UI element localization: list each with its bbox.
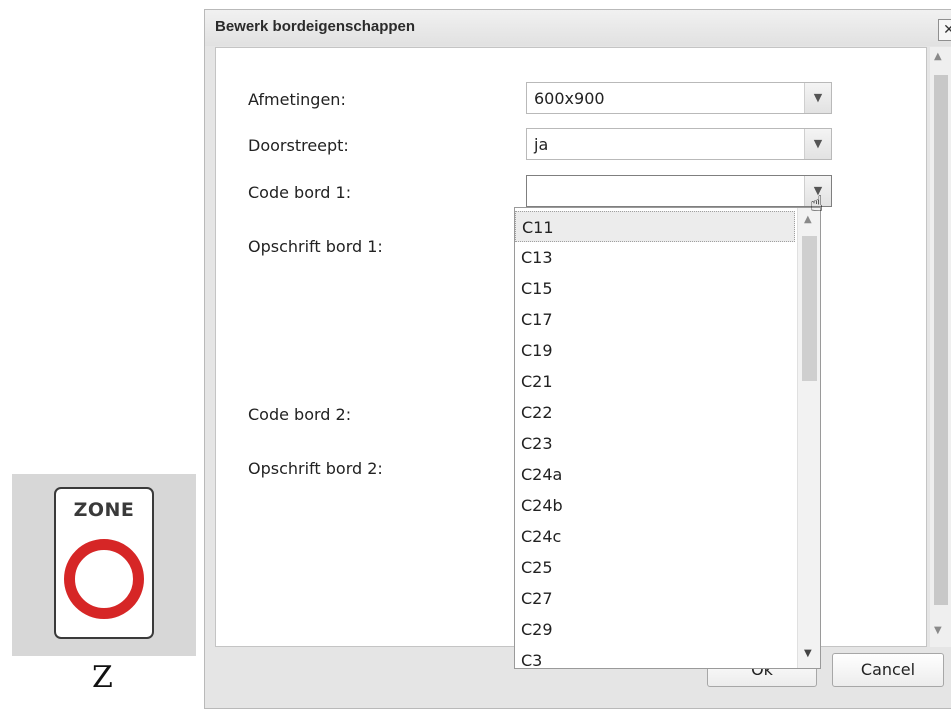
sign-zone-text: ZONE [73,499,135,521]
dropdown-option[interactable]: C3 [515,645,795,668]
dropdown-option[interactable]: C13 [515,242,795,273]
scroll-down-icon[interactable]: ▼ [804,648,812,659]
zone-sign-image: ZONE [54,487,154,639]
afmetingen-label: Afmetingen: [248,90,346,109]
opschrift-bord-1-label: Opschrift bord 1: [248,237,383,256]
doorstreept-value: ja [534,135,549,154]
dropdown-option[interactable]: C27 [515,583,795,614]
chevron-down-icon[interactable]: ▼ [804,129,831,159]
dropdown-option[interactable]: C22 [515,397,795,428]
dropdown-scroll-thumb[interactable] [802,236,817,381]
dropdown-option[interactable]: C25 [515,552,795,583]
doorstreept-label: Doorstreept: [248,136,349,155]
dropdown-scrollbar[interactable]: ▲ ▼ [797,208,820,668]
sign-preview-label: Z [92,660,113,695]
doorstreept-select[interactable]: ja ▼ [526,128,832,160]
dropdown-option[interactable]: C24b [515,490,795,521]
code-bord-1-select[interactable]: ▼ [526,175,832,207]
sign-preview: ZONE [12,474,196,656]
dialog-title: Bewerk bordeigenschappen [215,18,416,35]
hand-cursor-icon: ☝ [810,192,824,217]
cancel-button[interactable]: Cancel [832,653,944,687]
code-bord-1-dropdown-list[interactable]: C11 C13 C15 C17 C19 C21 C22 C23 C24a C24… [514,207,821,669]
opschrift-bord-2-label: Opschrift bord 2: [248,459,383,478]
dropdown-option[interactable]: C11 [515,211,795,242]
dropdown-option[interactable]: C23 [515,428,795,459]
afmetingen-value: 600x900 [534,89,605,108]
close-icon[interactable]: ✕ [938,19,951,41]
dropdown-option[interactable]: C29 [515,614,795,645]
dropdown-option[interactable]: C24c [515,521,795,552]
chevron-down-icon[interactable]: ▼ [804,83,831,113]
dialog-scrollbar[interactable]: ▲ ▼ [930,47,951,647]
code-bord-2-label: Code bord 2: [248,405,352,424]
dropdown-option[interactable]: C17 [515,304,795,335]
code-bord-1-label: Code bord 1: [248,183,352,202]
afmetingen-select[interactable]: 600x900 ▼ [526,82,832,114]
dropdown-option[interactable]: C24a [515,459,795,490]
dropdown-option[interactable]: C15 [515,273,795,304]
scroll-down-icon[interactable]: ▼ [934,625,942,636]
dropdown-option[interactable]: C21 [515,366,795,397]
dialog-titlebar[interactable]: Bewerk bordeigenschappen ✕ [205,10,951,46]
scroll-up-icon[interactable]: ▲ [934,51,942,62]
dropdown-option[interactable]: C19 [515,335,795,366]
prohibition-ring-icon [64,539,144,619]
dialog-scroll-thumb[interactable] [934,75,948,605]
